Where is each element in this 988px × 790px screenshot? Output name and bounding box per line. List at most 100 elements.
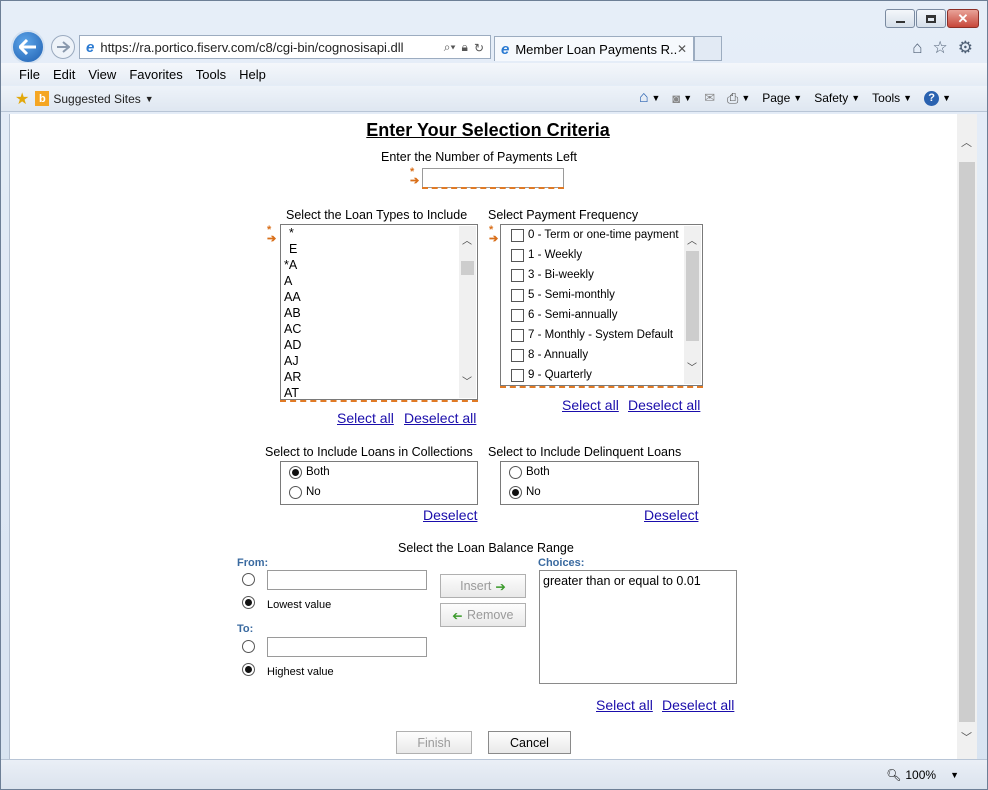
insert-button[interactable]: Insert ➔ xyxy=(440,574,526,598)
payment-frequency-scrollbar[interactable]: ︿ ﹀ xyxy=(684,226,701,384)
address-url[interactable]: https://ra.portico.fiserv.com/c8/cgi-bin… xyxy=(100,40,403,55)
frequency-select-all-link[interactable]: Select all xyxy=(562,397,619,413)
scroll-up-icon[interactable]: ︿ xyxy=(961,134,972,150)
loan-type-option[interactable]: A xyxy=(281,273,477,289)
frequency-option[interactable]: 1 - Weekly xyxy=(501,245,702,265)
page-scrollbar[interactable]: ︿ ﹀ xyxy=(957,114,977,759)
home-icon[interactable]: ⌂ xyxy=(912,38,922,58)
menu-edit[interactable]: Edit xyxy=(53,67,75,82)
scroll-thumb[interactable] xyxy=(461,261,474,275)
choices-deselect-all-link[interactable]: Deselect all xyxy=(662,697,734,713)
checkbox[interactable] xyxy=(511,248,524,262)
from-lowest-radio[interactable] xyxy=(242,596,255,609)
payment-frequency-listbox[interactable]: 0 - Term or one-time payment 1 - Weekly 3 … xyxy=(500,224,703,386)
checkbox[interactable] xyxy=(511,268,524,282)
loan-type-option[interactable]: * xyxy=(281,225,477,241)
from-custom-radio[interactable] xyxy=(242,573,255,586)
minimize-button[interactable] xyxy=(885,9,915,28)
loan-type-option[interactable]: AT xyxy=(281,385,477,399)
radio-button[interactable] xyxy=(289,465,302,479)
menu-tools[interactable]: Tools xyxy=(196,67,226,82)
loan-types-scrollbar[interactable]: ︿ ﹀ xyxy=(459,226,476,398)
to-value-input[interactable] xyxy=(267,637,427,657)
checkbox[interactable] xyxy=(511,348,524,362)
settings-gear-icon[interactable]: ⚙ xyxy=(958,38,973,58)
frequency-option[interactable]: 3 - Bi-weekly xyxy=(501,265,702,285)
home-command[interactable]: ⌂ ▼ xyxy=(639,89,661,107)
tools-menu[interactable]: Tools ▼ xyxy=(872,91,912,105)
tab-member-loan-payments[interactable]: e Member Loan Payments R... ✕ xyxy=(494,36,694,61)
loan-types-select-all-link[interactable]: Select all xyxy=(337,410,394,426)
menu-view[interactable]: View xyxy=(88,67,116,82)
loan-types-deselect-all-link[interactable]: Deselect all xyxy=(404,410,476,426)
safety-menu[interactable]: Safety ▼ xyxy=(814,91,860,105)
menu-help[interactable]: Help xyxy=(239,67,266,82)
suggested-sites-link[interactable]: b Suggested Sites ▼ xyxy=(35,91,154,106)
favorites-star-icon[interactable]: ☆ xyxy=(933,38,948,58)
frequency-option[interactable]: 0 - Term or one-time payment xyxy=(501,225,702,245)
frequency-deselect-all-link[interactable]: Deselect all xyxy=(628,397,700,413)
address-bar[interactable]: e https://ra.portico.fiserv.com/c8/cgi-b… xyxy=(79,35,491,59)
scroll-down-icon[interactable]: ﹀ xyxy=(687,359,697,374)
checkbox[interactable] xyxy=(511,288,524,302)
from-value-input[interactable] xyxy=(267,570,427,590)
menu-favorites[interactable]: Favorites xyxy=(129,67,182,82)
collections-deselect-link[interactable]: Deselect xyxy=(423,507,477,523)
remove-button[interactable]: ➔ Remove xyxy=(440,603,526,627)
to-highest-radio[interactable] xyxy=(242,663,255,676)
payments-left-input[interactable] xyxy=(422,168,564,188)
delinquent-option-both[interactable]: Both xyxy=(501,462,698,482)
checkbox[interactable] xyxy=(511,228,524,242)
mail-command[interactable]: ✉ xyxy=(704,90,715,106)
delinquent-deselect-link[interactable]: Deselect xyxy=(644,507,698,523)
zoom-control[interactable]: 🔍︎ 100% ▼ xyxy=(886,768,959,782)
delinquent-option-no[interactable]: No xyxy=(501,482,698,502)
frequency-option[interactable]: 6 - Semi-annually xyxy=(501,305,702,325)
radio-button[interactable] xyxy=(509,465,522,479)
loan-type-option[interactable]: AJ xyxy=(281,353,477,369)
scroll-up-icon[interactable]: ︿ xyxy=(462,232,472,247)
loan-type-option[interactable]: AR xyxy=(281,369,477,385)
frequency-option[interactable]: 7 - Monthly - System Default xyxy=(501,325,702,345)
frequency-option[interactable]: 5 - Semi-monthly xyxy=(501,285,702,305)
loan-types-listbox[interactable]: * E *A A AA AB AC AD AJ AR AT ︿ ﹀ xyxy=(280,224,478,400)
radio-button[interactable] xyxy=(289,485,302,499)
cancel-button[interactable]: Cancel xyxy=(488,731,571,754)
radio-button[interactable] xyxy=(509,485,522,499)
print-command[interactable]: ⎙ ▼ xyxy=(727,90,750,107)
frequency-option[interactable]: 8 - Annually xyxy=(501,345,702,365)
help-command[interactable]: ? ▼ xyxy=(924,90,951,106)
checkbox[interactable] xyxy=(511,368,524,382)
loan-type-option[interactable]: *A xyxy=(281,257,477,273)
new-tab-button[interactable] xyxy=(694,36,722,61)
feeds-command[interactable]: ◙ ▼ xyxy=(672,91,692,106)
menu-file[interactable]: File xyxy=(19,67,40,82)
scroll-thumb[interactable] xyxy=(686,251,699,341)
choices-select-all-link[interactable]: Select all xyxy=(596,697,653,713)
loan-type-option[interactable]: AC xyxy=(281,321,477,337)
collections-option-both[interactable]: Both xyxy=(281,462,477,482)
search-icon[interactable]: ⌕▾ xyxy=(444,40,456,55)
add-favorite-star-icon[interactable]: ★ xyxy=(15,89,29,109)
loan-type-option[interactable]: E xyxy=(281,241,477,257)
loan-type-option[interactable]: AB xyxy=(281,305,477,321)
close-tab-icon[interactable]: ✕ xyxy=(677,42,687,56)
collections-option-no[interactable]: No xyxy=(281,482,477,502)
page-menu[interactable]: Page ▼ xyxy=(762,91,802,105)
forward-button[interactable] xyxy=(51,35,75,59)
loan-type-option[interactable]: AD xyxy=(281,337,477,353)
back-button[interactable] xyxy=(11,30,45,64)
maximize-button[interactable] xyxy=(916,9,946,28)
checkbox[interactable] xyxy=(511,328,524,342)
refresh-icon[interactable]: ↻ xyxy=(474,41,484,55)
lock-icon[interactable]: 🔒︎ xyxy=(462,40,468,55)
page-scroll-thumb[interactable] xyxy=(959,162,975,722)
to-custom-radio[interactable] xyxy=(242,640,255,653)
checkbox[interactable] xyxy=(511,308,524,322)
scroll-up-icon[interactable]: ︿ xyxy=(687,232,697,247)
finish-button[interactable]: Finish xyxy=(396,731,472,754)
scroll-down-icon[interactable]: ﹀ xyxy=(961,729,972,745)
choices-listbox[interactable]: greater than or equal to 0.01 xyxy=(539,570,737,684)
loan-type-option[interactable]: AA xyxy=(281,289,477,305)
close-window-button[interactable]: ✕ xyxy=(947,9,979,28)
